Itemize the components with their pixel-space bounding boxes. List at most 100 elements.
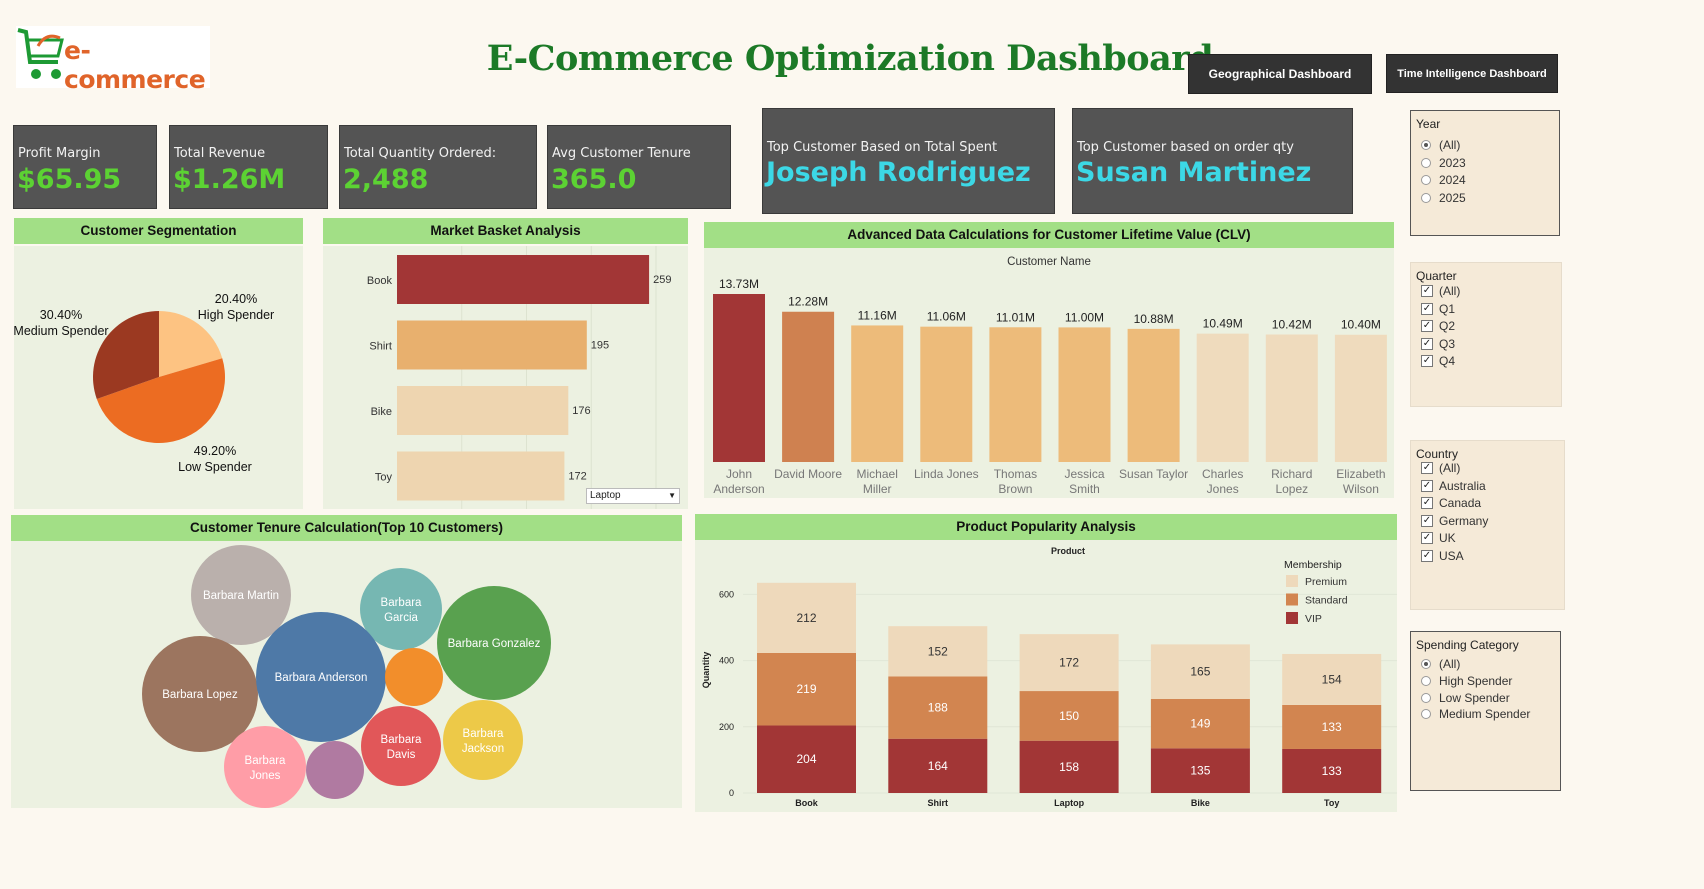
kpi-card-total-quantity: Total Quantity Ordered: 2,488 <box>339 125 537 209</box>
bar-book <box>397 255 650 304</box>
checkbox-checked-icon[interactable]: ✓ <box>1421 462 1433 474</box>
bar-toy <box>397 451 565 501</box>
bubble-unlabeled <box>306 741 364 799</box>
checkbox-checked-icon[interactable]: ✓ <box>1421 514 1433 527</box>
kpi-value: 2,488 <box>343 164 429 195</box>
radio-button[interactable] <box>1421 157 1431 168</box>
spending-filter: Spending Category (All) High Spender Low S… <box>1410 631 1561 791</box>
brand-logo: e-commerce <box>16 26 210 94</box>
checkbox-checked-icon[interactable]: ✓ <box>1421 285 1433 297</box>
value-label: 259 <box>653 274 671 286</box>
radio-button[interactable] <box>1421 675 1431 686</box>
filter-option-2023[interactable]: 2023 <box>1421 155 1466 171</box>
bar-michael-miller <box>851 325 904 462</box>
filter-option-label: Q2 <box>1439 319 1456 333</box>
kpi-label: Avg Customer Tenure <box>552 146 691 161</box>
bubble-label: Barbara Martin <box>203 590 279 602</box>
value-label: 195 <box>591 340 609 352</box>
filter-option-australia[interactable]: ✓ Australia <box>1421 478 1486 494</box>
bubble-barbara-jones <box>224 726 306 808</box>
filter-option-q2[interactable]: ✓ Q2 <box>1421 318 1455 334</box>
bubble-label: Barbara Lopez <box>162 689 238 701</box>
top-customer-name: Joseph Rodriguez <box>766 157 1031 188</box>
filter-option-label: High Spender <box>1439 673 1513 688</box>
filter-option-q4[interactable]: ✓ Q4 <box>1421 353 1455 369</box>
filter-option-all[interactable]: (All) <box>1421 137 1460 153</box>
bubble-label: Barbara <box>463 728 505 740</box>
checkbox-checked-icon[interactable]: ✓ <box>1421 497 1433 509</box>
value-label: 150 <box>1059 709 1079 723</box>
filter-option-all[interactable]: ✓ (All) <box>1421 460 1460 476</box>
checkbox-checked-icon[interactable]: ✓ <box>1421 302 1433 315</box>
filter-option-germany[interactable]: ✓ Germany <box>1421 513 1488 529</box>
value-label: 149 <box>1190 717 1210 731</box>
filter-option-medium-spender[interactable]: Medium Spender <box>1421 706 1530 722</box>
filter-option-usa[interactable]: ✓ USA <box>1421 548 1464 564</box>
radio-button[interactable] <box>1421 140 1431 150</box>
filter-option-all[interactable]: (All) <box>1421 656 1460 672</box>
checkbox-checked-icon[interactable]: ✓ <box>1421 549 1433 562</box>
kpi-card-avg-tenure: Avg Customer Tenure 365.0 <box>547 125 731 209</box>
filter-option-uk[interactable]: ✓ UK <box>1421 530 1456 546</box>
pie-percent-label: 49.20% <box>194 444 236 458</box>
filter-option-low-spender[interactable]: Low Spender <box>1421 690 1510 706</box>
radio-button[interactable] <box>1421 192 1431 203</box>
filter-option-label: 2023 <box>1439 155 1466 170</box>
kpi-label: Total Revenue <box>174 146 266 161</box>
filter-option-2025[interactable]: 2025 <box>1421 190 1466 206</box>
basket-product-dropdown[interactable]: Laptop ▼ <box>586 488 680 504</box>
filter-option-canada[interactable]: ✓ Canada <box>1421 495 1481 511</box>
filter-option-label: UK <box>1439 531 1456 545</box>
filter-option-q3[interactable]: ✓ Q3 <box>1421 336 1455 352</box>
year-filter: Year (All) 2023 2024 2025 <box>1410 110 1560 236</box>
kpi-value: 365.0 <box>551 164 637 195</box>
popularity-panel: Product Quantity 0 200 400 600 204 219 212 Book 16… <box>695 540 1397 812</box>
x-axis-title: Product <box>1051 546 1085 556</box>
category-label: Richard <box>1271 467 1312 481</box>
legend-swatch-premium <box>1286 575 1298 587</box>
time-intelligence-dashboard-button[interactable]: Time Intelligence Dashboard <box>1386 54 1558 93</box>
checkbox-checked-icon[interactable]: ✓ <box>1421 337 1433 350</box>
value-label: 133 <box>1322 764 1342 778</box>
kpi-card-total-revenue: Total Revenue $1.26M <box>169 125 328 209</box>
bar-thomas-brown <box>989 327 1042 462</box>
logo-text: e-commerce <box>64 36 206 94</box>
filter-option-q1[interactable]: ✓ Q1 <box>1421 301 1455 317</box>
kpi-card-profit-margin: Profit Margin $65.95 <box>13 125 157 209</box>
value-label: 13.73M <box>719 277 759 291</box>
page-title: E-Commerce Optimization Dashboard <box>486 38 1214 79</box>
bar-elizabeth-wilson <box>1334 334 1387 462</box>
category-label: Linda Jones <box>914 467 979 481</box>
filter-option-all[interactable]: ✓ (All) <box>1421 283 1460 299</box>
filter-option-high-spender[interactable]: High Spender <box>1421 673 1512 689</box>
filter-option-label: (All) <box>1439 284 1461 298</box>
bubble-label: Barbara <box>381 734 423 746</box>
basket-bar-chart: Book 259 Shirt 195 Bike 176 Toy 172 <box>367 246 671 509</box>
radio-button[interactable] <box>1421 692 1431 703</box>
value-label: 10.40M <box>1341 318 1381 332</box>
geographical-dashboard-button[interactable]: Geographical Dashboard <box>1188 54 1372 94</box>
segmentation-panel: 20.40% High Spender 49.20% Low Spender 30.40… <box>13 246 303 509</box>
filter-option-label: USA <box>1439 548 1464 563</box>
value-label: 188 <box>928 701 948 715</box>
filter-option-2024[interactable]: 2024 <box>1421 172 1466 188</box>
value-label: 164 <box>928 759 948 773</box>
value-label: 11.01M <box>996 310 1035 324</box>
radio-button[interactable] <box>1421 175 1431 185</box>
checkbox-checked-icon[interactable]: ✓ <box>1421 355 1433 367</box>
chevron-down-icon: ▼ <box>668 491 676 500</box>
radio-button[interactable] <box>1421 659 1431 669</box>
value-label: 10.42M <box>1272 318 1312 332</box>
checkbox-checked-icon[interactable]: ✓ <box>1421 479 1433 492</box>
country-filter: Country ✓ (All) ✓ Australia ✓ Canada ✓ Germany ✓… <box>1410 440 1565 610</box>
category-label: Wilson <box>1343 482 1379 496</box>
filter-option-label: Canada <box>1439 496 1482 510</box>
popularity-header: Product Popularity Analysis <box>695 514 1397 540</box>
checkbox-checked-icon[interactable]: ✓ <box>1421 320 1433 332</box>
value-label: 165 <box>1190 665 1210 679</box>
bubble-barbara-davis <box>361 706 441 786</box>
value-label: 219 <box>796 682 816 696</box>
legend-swatch-vip <box>1286 612 1298 624</box>
checkbox-checked-icon[interactable]: ✓ <box>1421 532 1433 544</box>
radio-button[interactable] <box>1421 709 1431 720</box>
